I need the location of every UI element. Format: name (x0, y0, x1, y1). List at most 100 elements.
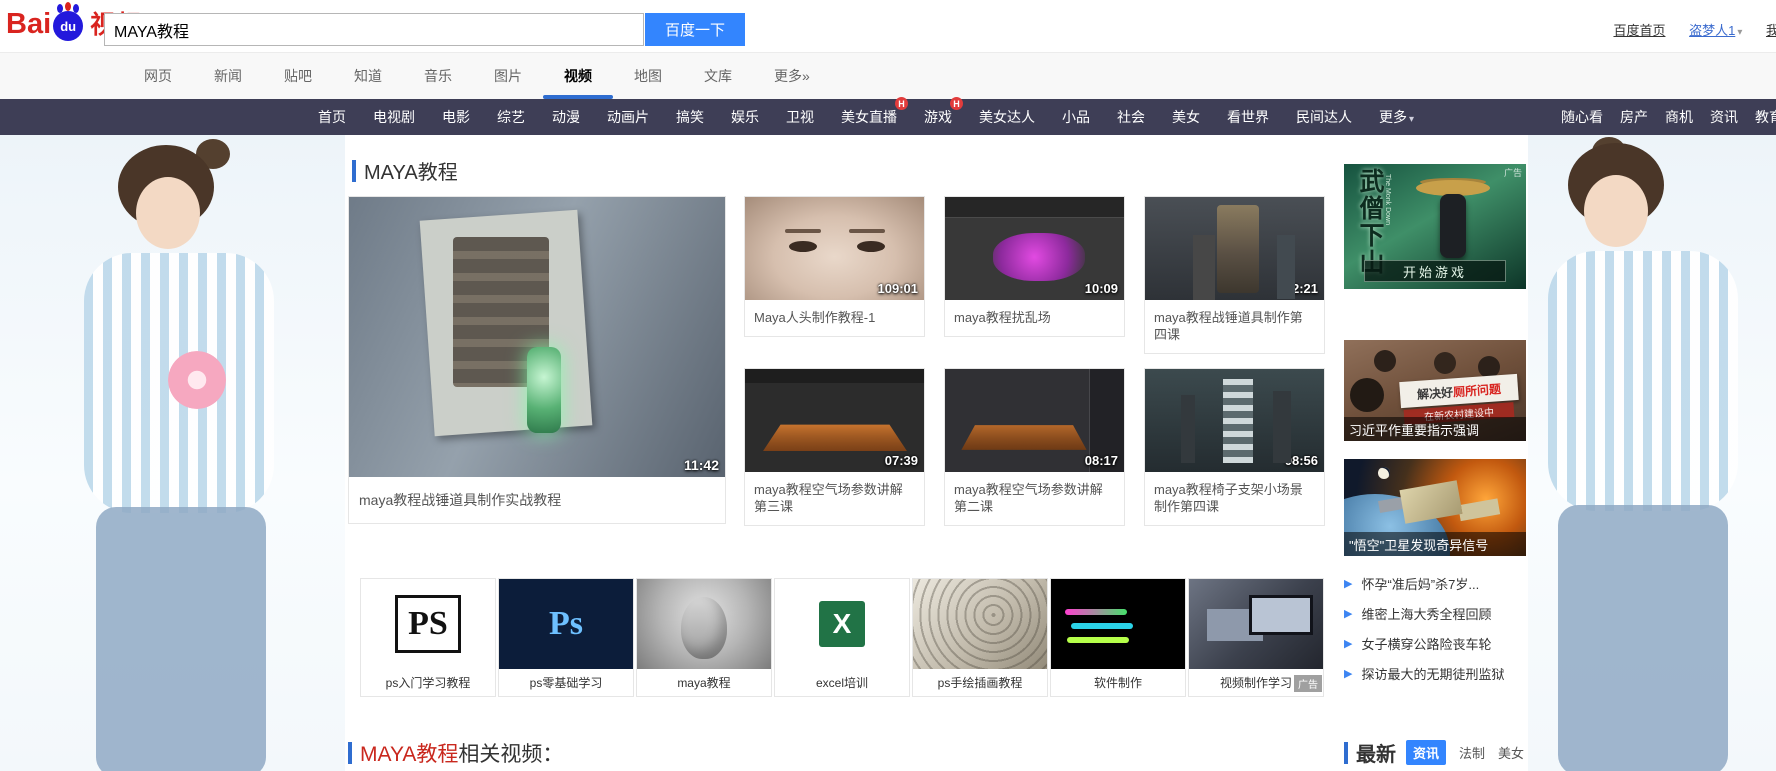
excel-logo: X (819, 601, 865, 647)
cat-business[interactable]: 商机 (1665, 107, 1693, 127)
cat-watch-random[interactable]: 随心看 (1561, 107, 1603, 127)
ad-label: 广告 (1503, 168, 1522, 178)
my-link[interactable]: 我的 (1766, 23, 1776, 38)
video-title: maya教程扰乱场 (954, 310, 1051, 325)
course-ad-card[interactable]: 软件制作 (1050, 578, 1186, 697)
course-ad-card[interactable]: maya教程 (636, 578, 772, 697)
tab-video-active[interactable]: 视频 (550, 53, 606, 99)
video-thumbnail: 08:17 (945, 369, 1124, 472)
game-ad-banner[interactable]: 广告 武僧下山 The Monk Down 开始游戏 (1344, 164, 1526, 289)
cat-sketch[interactable]: 小品 (1062, 107, 1090, 127)
cat-cartoon[interactable]: 动画片 (607, 107, 649, 127)
cat-variety[interactable]: 综艺 (497, 107, 525, 127)
news-link[interactable]: ▶ 怀孕“准后妈”杀7岁... (1344, 568, 1540, 598)
satellite-caption: "悟空"卫星发现奇异信号 (1344, 532, 1526, 556)
cat-entertainment[interactable]: 娱乐 (731, 107, 759, 127)
video-thumbnail: 12:21 (1145, 197, 1324, 300)
cat-society[interactable]: 社会 (1117, 107, 1145, 127)
tab-music[interactable]: 音乐 (410, 53, 466, 99)
news-link[interactable]: ▶ 探访最大的无期徒刑监狱 (1344, 658, 1540, 688)
video-title: Maya人头制作教程-1 (754, 310, 876, 325)
tab-maps[interactable]: 地图 (620, 53, 676, 99)
course-ad-card[interactable]: X excel培训 (774, 578, 910, 697)
video-duration: 109:01 (877, 281, 918, 296)
cat-info[interactable]: 资讯 (1710, 107, 1738, 127)
video-card[interactable]: 07:39 maya教程空气场参数讲解第三课 (744, 368, 925, 526)
tab-wenku[interactable]: 文库 (690, 53, 746, 99)
course-ad-card[interactable]: ps手绘插画教程 (912, 578, 1048, 697)
skin-decoration (168, 351, 226, 409)
cat-funny[interactable]: 搞笑 (676, 107, 704, 127)
video-card[interactable]: 08:56 maya教程椅子支架小场景制作第四课 (1144, 368, 1325, 526)
tab-tieba[interactable]: 贴吧 (270, 53, 326, 99)
cat-movies[interactable]: 电影 (442, 107, 470, 127)
tab-more[interactable]: 更多» (760, 53, 824, 99)
latest-tab-info[interactable]: 资讯 (1406, 740, 1447, 765)
related-heading-rest: 相关视频： (458, 743, 564, 766)
video-duration: 08:56 (1284, 453, 1318, 468)
course-image (1189, 579, 1323, 669)
right-skin-ad-image[interactable] (1528, 135, 1776, 771)
latest-tab-beauty[interactable]: 美女 (1498, 743, 1524, 762)
course-ad-card[interactable]: 视频制作学习 广告 (1188, 578, 1324, 697)
baidu-home-link[interactable]: 百度首页 (1613, 23, 1665, 38)
cat-folk-talent[interactable]: 民间达人 (1296, 107, 1352, 127)
satellite-news-card[interactable]: "悟空"卫星发现奇异信号 (1344, 459, 1526, 556)
header: Bai du 视频 百度一下 百度首页 盗梦人1▾ 我的 (0, 0, 1776, 52)
video-title: maya教程战锤道具制作实战教程 (359, 492, 562, 508)
video-card[interactable]: 10:09 maya教程扰乱场 (944, 196, 1125, 337)
video-duration: 08:17 (1084, 453, 1118, 468)
featured-video-card[interactable]: 11:42 maya教程战锤道具制作实战教程 (348, 196, 726, 524)
tab-webpage[interactable]: 网页 (130, 53, 186, 99)
video-title: maya教程空气场参数讲解第二课 (954, 482, 1103, 514)
monk-figure-art (1440, 194, 1466, 258)
moon-art (1378, 467, 1390, 479)
video-card[interactable]: 12:21 maya教程战锤道具制作第四课 (1144, 196, 1325, 354)
username-link[interactable]: 盗梦人1 ▾ (1689, 23, 1742, 38)
cat-beauty-talent[interactable]: 美女达人 (979, 107, 1035, 127)
course-ad-card[interactable]: PS ps入门学习教程 (360, 578, 496, 697)
course-label: excel培训 (775, 669, 909, 696)
logo-bai-text: Bai (6, 8, 52, 40)
course-label: ps入门学习教程 (361, 669, 495, 696)
video-thumbnail: 07:39 (745, 369, 924, 472)
course-image: PS (361, 579, 495, 669)
video-title: maya教程椅子支架小场景制作第四课 (1154, 482, 1303, 514)
skin-decoration (1548, 251, 1738, 511)
tab-news[interactable]: 新闻 (200, 53, 256, 99)
course-image: X (775, 579, 909, 669)
cat-realestate[interactable]: 房产 (1620, 107, 1648, 127)
category-nav: 首页 电视剧 电影 综艺 动漫 动画片 搞笑 娱乐 卫视 美女直播 H 游戏 H 美… (0, 97, 1776, 135)
latest-tab-law[interactable]: 法制 (1459, 743, 1485, 762)
cat-games[interactable]: 游戏 H (924, 97, 963, 127)
blue-bar-icon (1344, 741, 1348, 764)
course-ad-card[interactable]: Ps ps零基础学习 (498, 578, 634, 697)
ps-logo: PS (395, 595, 461, 653)
news-photo-card[interactable]: 解决好 厕所问题 在新农村建设中 习近平作重要指示强调 (1344, 340, 1526, 441)
latest-section: 最新 资讯 法制 美女 (1344, 738, 1537, 767)
news-link[interactable]: ▶ 维密上海大秀全程回顾 (1344, 598, 1540, 628)
cat-more[interactable]: 更多 ▾ (1379, 107, 1414, 127)
left-skin-ad-image[interactable] (0, 135, 345, 771)
video-card[interactable]: 08:17 maya教程空气场参数讲解第二课 (944, 368, 1125, 526)
cat-home[interactable]: 首页 (318, 107, 346, 127)
cat-tv-series[interactable]: 电视剧 (373, 107, 415, 127)
triangle-bullet-icon: ▶ (1344, 607, 1353, 620)
cat-beauty-live[interactable]: 美女直播 H (841, 97, 908, 127)
hot-badge-icon: H (895, 97, 908, 110)
video-title: maya教程战锤道具制作第四课 (1154, 310, 1303, 342)
course-label: 视频制作学习 广告 (1189, 669, 1323, 696)
cat-anime[interactable]: 动漫 (552, 107, 580, 127)
cat-beauty[interactable]: 美女 (1172, 107, 1200, 127)
search-input[interactable] (104, 13, 644, 46)
start-game-button[interactable]: 开始游戏 (1364, 260, 1506, 282)
cat-satellite-tv[interactable]: 卫视 (786, 107, 814, 127)
tab-images[interactable]: 图片 (480, 53, 536, 99)
triangle-bullet-icon: ▶ (1344, 637, 1353, 650)
news-link[interactable]: ▶ 女子横穿公路险丧车轮 (1344, 628, 1540, 658)
video-card[interactable]: 109:01 Maya人头制作教程-1 (744, 196, 925, 337)
cat-world[interactable]: 看世界 (1227, 107, 1269, 127)
search-button[interactable]: 百度一下 (645, 13, 745, 46)
tab-zhidao[interactable]: 知道 (340, 53, 396, 99)
cat-education[interactable]: 教育 (1755, 107, 1776, 127)
